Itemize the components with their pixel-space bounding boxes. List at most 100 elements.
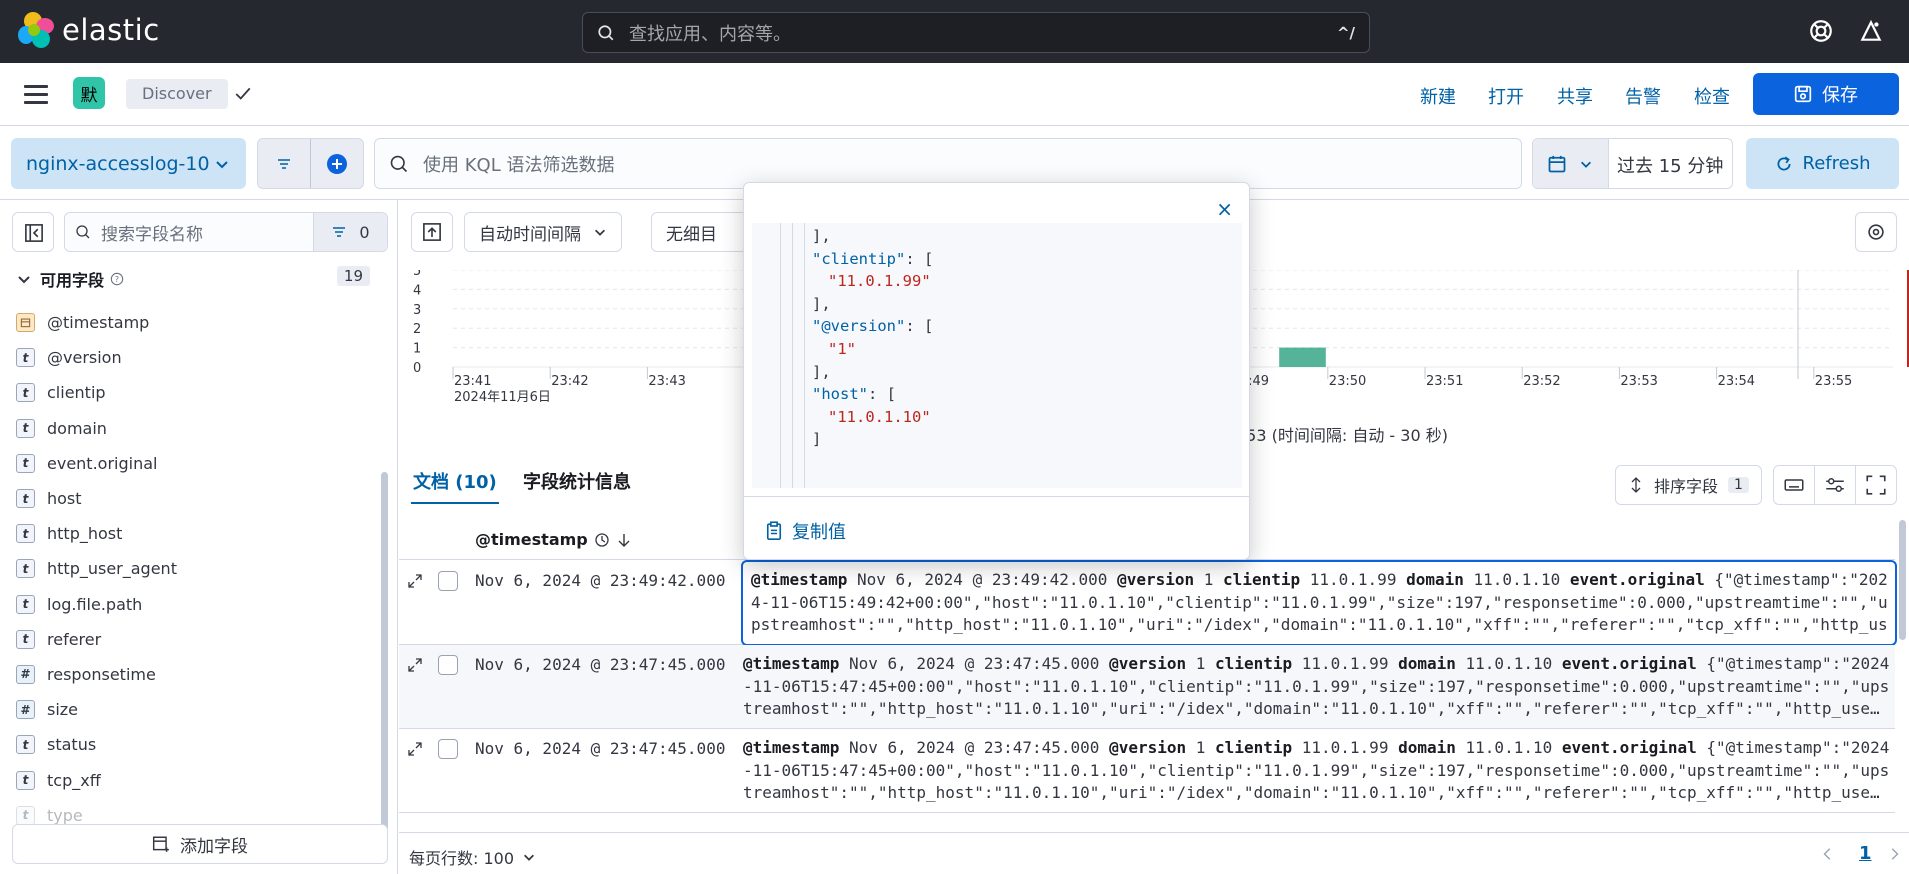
field-item[interactable]: # responsetime [16,657,372,692]
breadcrumb-discover[interactable]: Discover [126,79,228,109]
field-item[interactable]: t event.original [16,446,372,481]
add-filter-icon[interactable] [326,153,348,175]
global-search-input[interactable]: 查找应用、内容等。 ^/ [582,12,1370,53]
chart-options-button[interactable] [1855,212,1897,252]
menu-left-icon [25,224,43,242]
refresh-icon [1777,156,1791,170]
source-value: 11.0.1.10 [1465,738,1553,757]
collapse-sidebar-button[interactable] [12,212,54,252]
source-value: Nov 6, 2024 @ 23:47:45.000 [848,738,1100,757]
source-value: 11.0.1.10 [1465,654,1553,673]
save-button[interactable]: 保存 [1753,73,1899,115]
field-item[interactable]: t http_user_agent [16,551,372,586]
question-icon[interactable]: ? [110,272,124,286]
filter-icon[interactable] [276,156,292,172]
string-type-icon: t [16,805,35,825]
row-source-cell[interactable]: @timestamp Nov 6, 2024 @ 23:49:42.000 @v… [741,560,1897,646]
expand-row-icon[interactable] [407,657,423,673]
display-settings-button[interactable] [1814,465,1856,505]
elastic-logo[interactable]: elastic [18,12,160,48]
field-item[interactable]: t host [16,481,372,516]
json-line: "host": [ [812,385,896,403]
string-type-icon: t [16,629,35,649]
field-item[interactable]: @timestamp [16,305,372,340]
x-tick-label: 23:50 [1329,374,1366,389]
toggle-chart-button[interactable] [411,212,453,252]
table-footer: 每页行数: 100 1 [399,832,1909,874]
menu-icon[interactable] [24,85,48,105]
field-search-input[interactable]: 搜索字段名称 0 [64,212,388,252]
copy-value-button[interactable]: 复制值 [764,518,846,544]
keyboard-shortcuts-button[interactable] [1773,465,1815,505]
field-item[interactable]: t log.file.path [16,587,372,622]
available-fields-header[interactable]: 可用字段 ? 19 [16,266,372,292]
field-item[interactable]: t referer [16,622,372,657]
timestamp-column-header[interactable]: @timestamp [475,530,632,549]
field-filter-count: 0 [359,222,370,242]
next-page-icon[interactable] [1887,847,1901,861]
expand-row-icon[interactable] [407,741,423,757]
field-filter-button[interactable]: 0 [313,213,387,251]
breakdown-select[interactable]: 无细目 [651,212,747,252]
sort-descending-icon[interactable] [616,532,632,548]
field-list: @timestamp t @version t clientip t domain t even… [16,305,372,833]
previous-page-icon[interactable] [1821,847,1835,861]
interval-select[interactable]: 自动时间间隔 [464,212,622,252]
table-row[interactable]: Nov 6, 2024 @ 23:47:45.000 @timestamp Nov… [399,729,1895,813]
table-scrollbar[interactable] [1899,520,1906,640]
row-checkbox[interactable] [438,655,458,675]
settings-icon [1868,224,1884,240]
field-item[interactable]: t status [16,727,372,762]
string-type-icon: t [16,348,35,368]
field-item[interactable]: t clientip [16,375,372,410]
quick-select-button[interactable] [1533,139,1609,188]
svg-text:?: ? [115,275,119,284]
sidebar-scrollbar[interactable] [381,472,388,840]
y-tick-label: 3 [413,303,421,318]
page-1-link[interactable]: 1 [1859,843,1872,864]
source-key: @version [1117,570,1195,589]
table-row[interactable]: Nov 6, 2024 @ 23:47:45.000 @timestamp Nov… [399,645,1895,729]
row-checkbox[interactable] [438,739,458,759]
share-link[interactable]: 共享 [1557,83,1593,109]
field-item[interactable]: t http_host [16,516,372,551]
help-icon[interactable] [1808,18,1834,44]
histogram-bar[interactable] [1279,347,1326,367]
data-view-picker[interactable]: nginx-accesslog-10 [11,138,246,189]
sort-fields-button[interactable]: 排序字段 1 [1615,465,1762,505]
news-feed-icon[interactable] [1858,18,1884,44]
row-timestamp: Nov 6, 2024 @ 23:49:42.000 [475,571,726,590]
open-link[interactable]: 打开 [1488,83,1524,109]
field-name: responsetime [47,664,156,684]
field-item[interactable]: # size [16,692,372,727]
source-value: Nov 6, 2024 @ 23:49:42.000 [856,570,1108,589]
row-source-cell[interactable]: @timestamp Nov 6, 2024 @ 23:47:45.000 @v… [743,653,1891,723]
x-tick-label: 23:51 [1426,374,1463,389]
row-source-cell[interactable]: @timestamp Nov 6, 2024 @ 23:47:45.000 @v… [743,737,1891,807]
field-name: host [47,489,82,509]
tab-documents[interactable]: 文档 (10) [411,468,499,504]
date-picker[interactable]: 过去 15 分钟 [1532,138,1733,189]
field-item[interactable]: t domain [16,411,372,446]
rows-per-page-label: 每页行数: 100 [409,849,515,868]
field-item[interactable]: t tcp_xff [16,762,372,797]
source-value: 11.0.1.99 [1301,654,1389,673]
fullscreen-button[interactable] [1855,465,1897,505]
space-avatar[interactable]: 默 [73,77,105,109]
add-field-button[interactable]: 添加字段 [12,824,388,864]
json-punct: ], [812,362,831,381]
source-key: @version [1109,738,1187,757]
inspect-link[interactable]: 检查 [1694,83,1730,109]
new-link[interactable]: 新建 [1420,83,1456,109]
expand-row-icon[interactable] [407,573,423,589]
close-icon[interactable]: × [1216,197,1233,221]
source-value: 1 [1195,738,1206,757]
field-name: log.file.path [47,594,143,614]
field-item[interactable]: t @version [16,340,372,375]
row-checkbox[interactable] [438,571,458,591]
refresh-button[interactable]: Refresh [1746,138,1899,189]
table-row[interactable]: Nov 6, 2024 @ 23:49:42.000 @timestamp Nov… [399,560,1897,646]
rows-per-page-select[interactable]: 每页行数: 100 [409,845,536,869]
alerts-link[interactable]: 告警 [1625,83,1661,109]
tab-field-stats[interactable]: 字段统计信息 [523,468,631,494]
